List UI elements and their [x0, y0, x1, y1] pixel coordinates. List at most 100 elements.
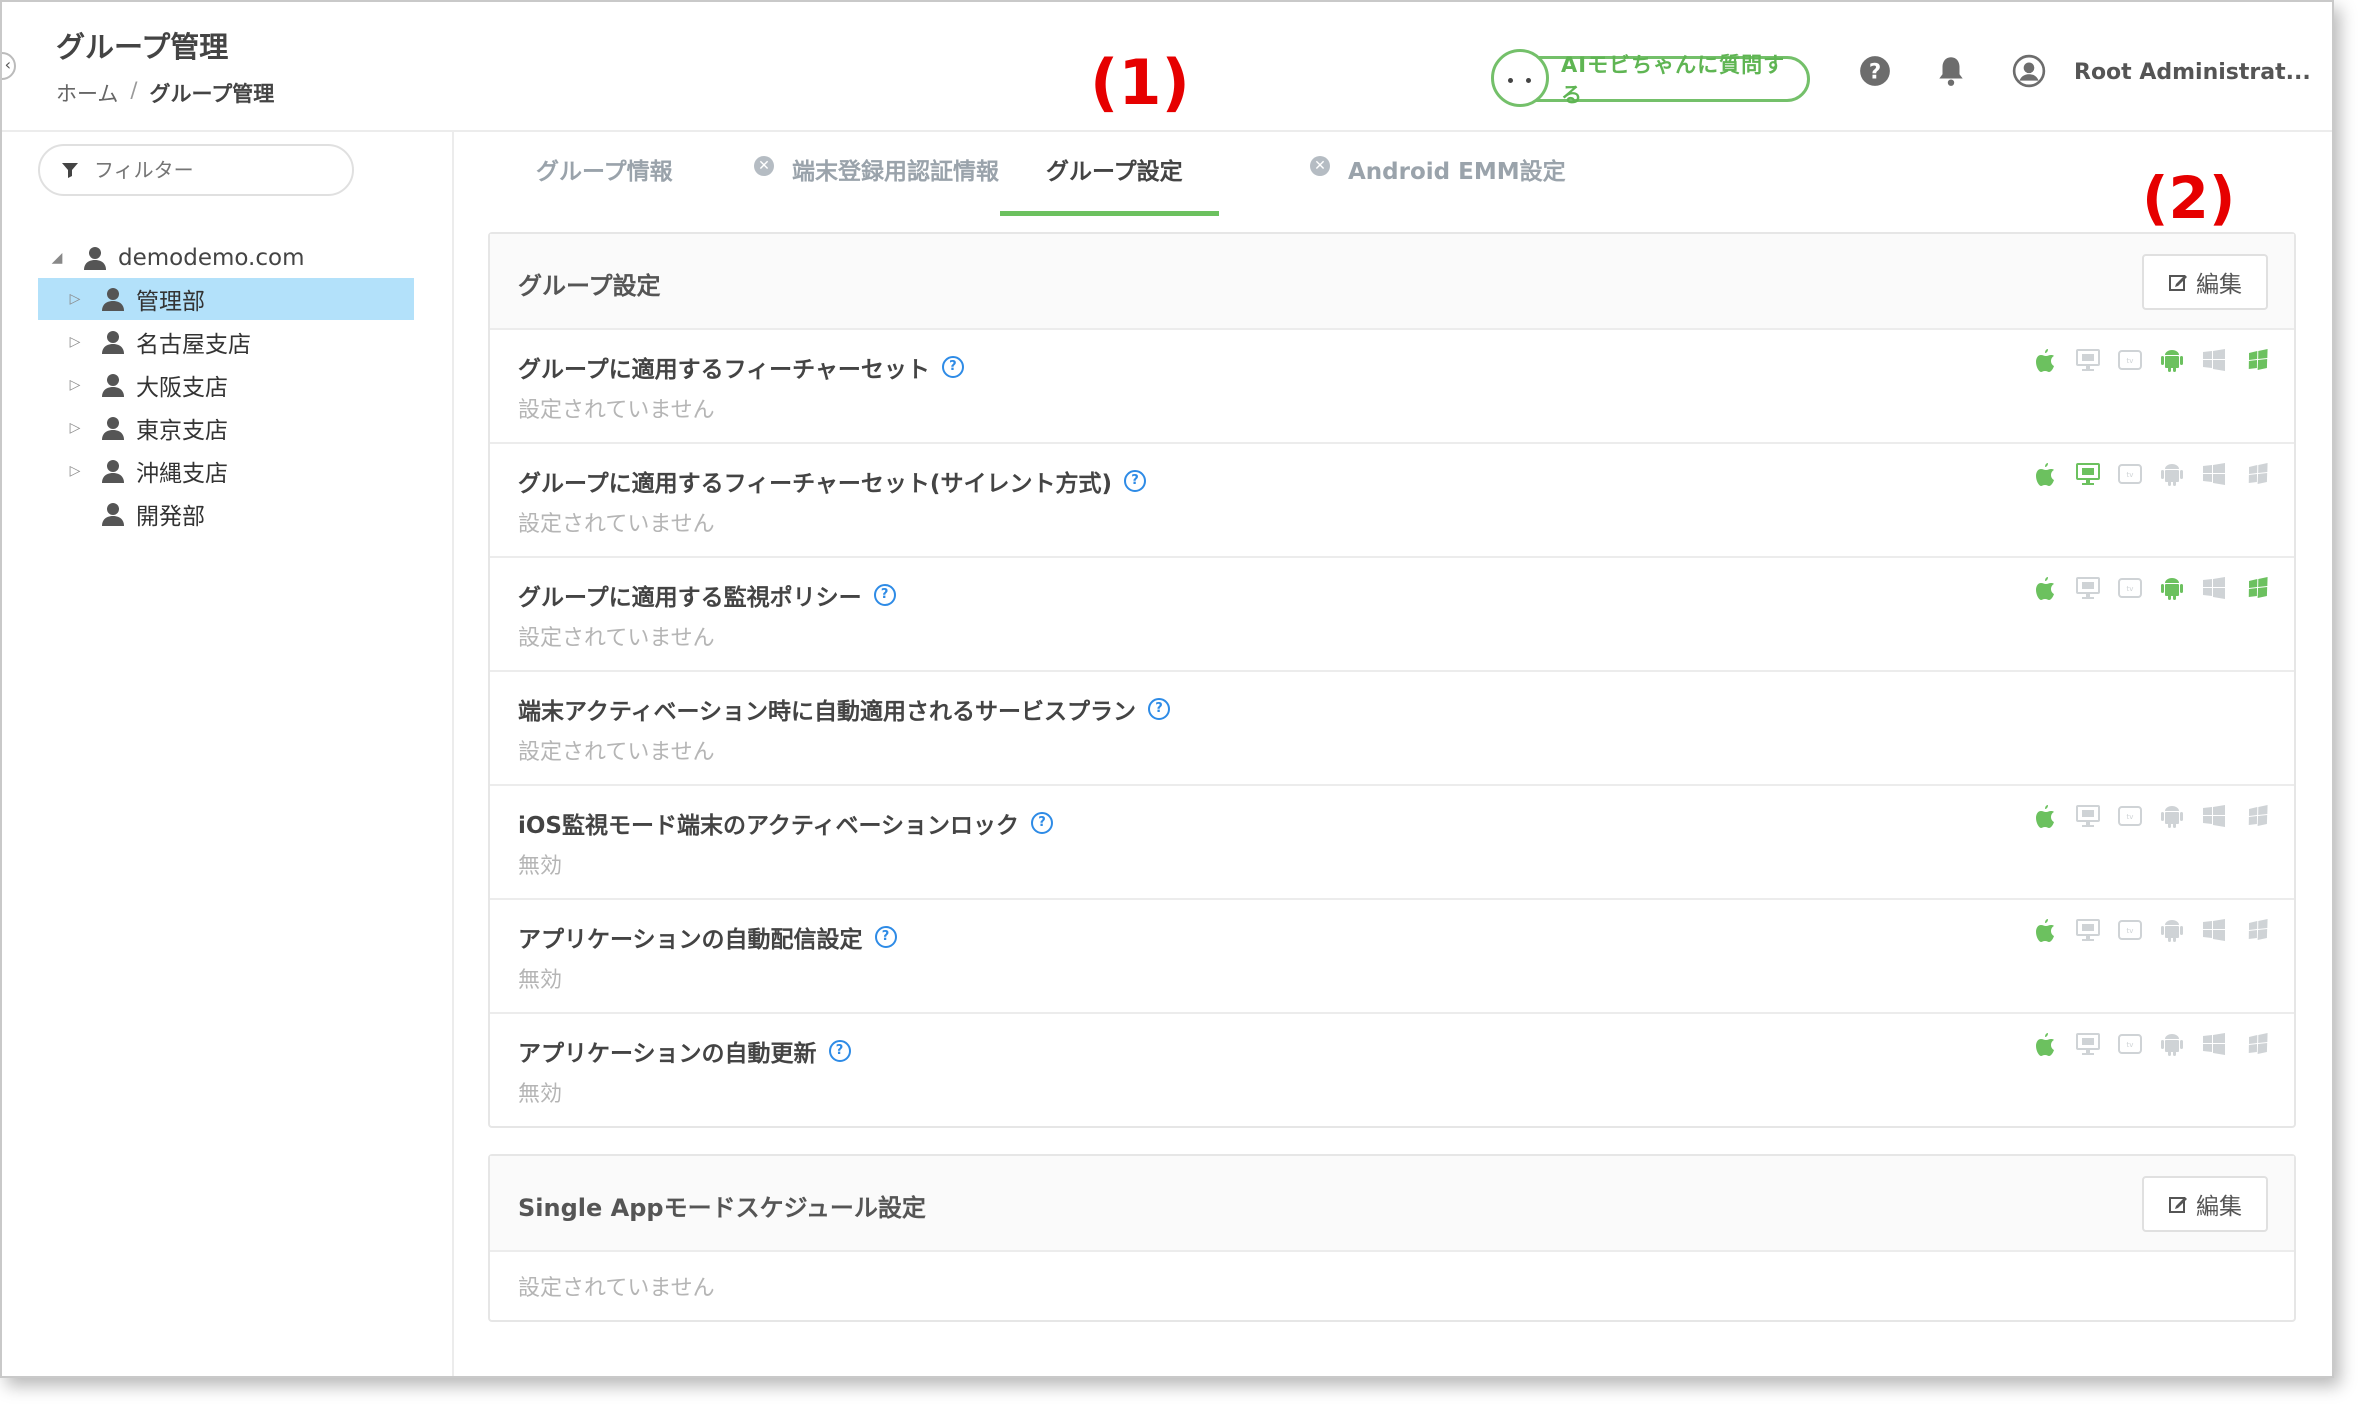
tree-item[interactable]: ▷ 管理部 — [38, 278, 414, 320]
tree-item[interactable]: ▷ 名古屋支店 — [38, 321, 414, 363]
apple-icon — [2036, 349, 2054, 372]
mac-icon — [2076, 463, 2100, 485]
svg-text:tv: tv — [2127, 471, 2134, 479]
help-circle-icon[interactable]: ? — [1148, 698, 1171, 720]
appletv-icon: tv — [2118, 578, 2142, 598]
annotation-2: (2) — [2142, 164, 2236, 232]
ai-assistant-button[interactable]: AIモビちゃんに質問する — [1491, 49, 1810, 107]
tab[interactable]: ✕ Android EMM設定 — [1310, 152, 1566, 216]
expand-caret-icon[interactable]: ▷ — [64, 334, 86, 350]
bell-icon[interactable] — [1934, 54, 1968, 88]
tree-item[interactable]: 開発部 — [38, 493, 414, 535]
windows-phone-icon — [2248, 349, 2268, 370]
help-circle-icon[interactable]: ? — [873, 584, 896, 606]
appletv-icon: tv — [2118, 920, 2142, 940]
svg-text:?: ? — [1869, 59, 1881, 84]
mac-icon — [2076, 919, 2100, 941]
tab[interactable]: グループ情報 — [536, 152, 673, 216]
setting-row: アプリケーションの自動更新? 無効 tv — [490, 1014, 2294, 1126]
help-icon[interactable]: ? — [1858, 54, 1892, 88]
svg-text:tv: tv — [2127, 927, 2134, 935]
tree-item[interactable]: ▷ 大阪支店 — [38, 364, 414, 406]
breadcrumb: ホーム / グループ管理 — [56, 78, 274, 108]
windows-icon — [2203, 463, 2225, 485]
collapse-caret-icon[interactable]: ◢ — [46, 250, 68, 266]
setting-value: 無効 — [518, 854, 563, 879]
filter-input[interactable] — [92, 157, 336, 183]
windows-icon — [2203, 1033, 2225, 1055]
ai-assistant-label: AIモビちゃんに質問する — [1561, 53, 1786, 107]
group-icon — [102, 460, 124, 483]
tree-root[interactable]: ◢ demodemo.com — [46, 238, 305, 278]
expand-caret-icon[interactable]: ▷ — [64, 463, 86, 479]
setting-label: グループに適用するフィーチャーセット — [518, 357, 930, 383]
appletv-icon: tv — [2118, 350, 2142, 370]
collapse-sidebar-button[interactable]: ‹ — [2, 52, 16, 80]
setting-value: 設定されていません — [518, 740, 715, 765]
apple-icon — [2036, 805, 2054, 828]
help-circle-icon[interactable]: ? — [1031, 812, 1054, 834]
windows-icon — [2203, 919, 2225, 941]
edit-button[interactable]: 編集 — [2142, 254, 2268, 310]
setting-label: グループに適用する監視ポリシー — [518, 585, 862, 611]
platform-icons: tv — [2032, 460, 2270, 488]
mac-icon — [2076, 805, 2100, 827]
android-icon — [2161, 464, 2183, 486]
help-circle-icon[interactable]: ? — [941, 356, 964, 378]
help-circle-icon[interactable]: ? — [828, 1040, 851, 1062]
setting-row: 端末アクティベーション時に自動適用されるサービスプラン? 設定されていません — [490, 672, 2294, 786]
tab-label: グループ情報 — [536, 159, 673, 185]
setting-value: 無効 — [518, 1082, 563, 1107]
sidebar: ◢ demodemo.com ▷ 管理部 ▷ 名古屋支店 ▷ 大阪支店 ▷ 東京支店 ▷ 沖縄支店… — [2, 130, 454, 1376]
mascot-icon — [1491, 49, 1549, 107]
x-circle-icon: ✕ — [754, 156, 774, 176]
svg-text:tv: tv — [2127, 1041, 2134, 1049]
tree-item-label: 名古屋支店 — [136, 332, 251, 358]
user-menu[interactable]: Root Administrat... — [2074, 60, 2311, 85]
platform-icons: tv — [2032, 574, 2270, 602]
breadcrumb-home[interactable]: ホーム — [56, 78, 118, 108]
tree-item-label: 沖縄支店 — [136, 461, 228, 487]
tab[interactable]: ✕ 端末登録用認証情報 — [754, 152, 999, 216]
annotation-1: (1) — [1090, 46, 1190, 119]
panel-header: グループ設定 編集 — [490, 234, 2294, 330]
windows-icon — [2203, 577, 2225, 599]
tree-item-label: 大阪支店 — [136, 375, 228, 401]
svg-text:tv: tv — [2127, 813, 2134, 821]
setting-label: アプリケーションの自動配信設定 — [518, 927, 863, 953]
user-avatar-icon[interactable] — [2012, 54, 2046, 88]
panel-body: 設定されていません — [490, 1252, 2294, 1320]
tree-item[interactable]: ▷ 東京支店 — [38, 407, 414, 449]
help-circle-icon[interactable]: ? — [1123, 470, 1146, 492]
tab-label: Android EMM設定 — [1348, 159, 1566, 185]
setting-label-wrap: グループに適用する監視ポリシー? — [518, 578, 896, 612]
mac-icon — [2076, 577, 2100, 599]
apple-icon — [2036, 463, 2054, 486]
expand-caret-icon[interactable]: ▷ — [64, 377, 86, 393]
android-icon — [2161, 806, 2183, 828]
tree-root-label: demodemo.com — [118, 245, 305, 271]
svg-text:tv: tv — [2127, 357, 2134, 365]
group-icon — [102, 503, 124, 526]
tab-bar: グループ情報 ✕ 端末登録用認証情報 グループ設定 ✕ Android EMM設定 — [492, 130, 2332, 216]
setting-label-wrap: グループに適用するフィーチャーセット? — [518, 350, 964, 384]
help-circle-icon[interactable]: ? — [874, 926, 897, 948]
tab[interactable]: グループ設定 — [1000, 152, 1219, 216]
edit-button-label: 編集 — [2196, 1194, 2242, 1220]
setting-row: iOS監視モード端末のアクティベーションロック? 無効 tv — [490, 786, 2294, 900]
tree-item[interactable]: ▷ 沖縄支店 — [38, 450, 414, 492]
android-icon — [2161, 1034, 2183, 1056]
filter-box[interactable] — [38, 144, 354, 196]
setting-label-wrap: アプリケーションの自動配信設定? — [518, 920, 897, 954]
edit-button[interactable]: 編集 — [2142, 1176, 2268, 1232]
setting-label: アプリケーションの自動更新 — [518, 1041, 817, 1067]
setting-value: 設定されていません — [518, 626, 715, 651]
single-app-value: 設定されていません — [518, 1276, 715, 1301]
group-icon — [102, 331, 124, 354]
setting-label: グループに適用するフィーチャーセット(サイレント方式) — [518, 471, 1112, 497]
expand-caret-icon[interactable]: ▷ — [64, 291, 86, 307]
android-icon — [2161, 350, 2183, 372]
expand-caret-icon[interactable]: ▷ — [64, 420, 86, 436]
breadcrumb-separator: / — [130, 78, 138, 102]
tree-item-label: 東京支店 — [136, 418, 228, 444]
